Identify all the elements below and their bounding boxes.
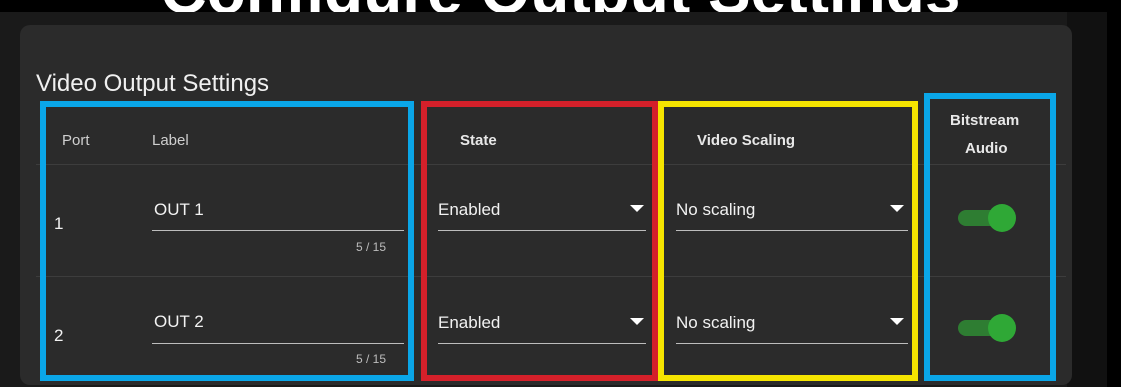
highlight-box-bitstream-audio (924, 93, 1056, 381)
highlight-box-state (421, 101, 658, 381)
highlight-box-port-label (40, 101, 414, 381)
highlight-box-video-scaling (658, 101, 918, 381)
panel-title: Video Output Settings (36, 70, 270, 97)
scroll-area[interactable] (1067, 12, 1107, 387)
